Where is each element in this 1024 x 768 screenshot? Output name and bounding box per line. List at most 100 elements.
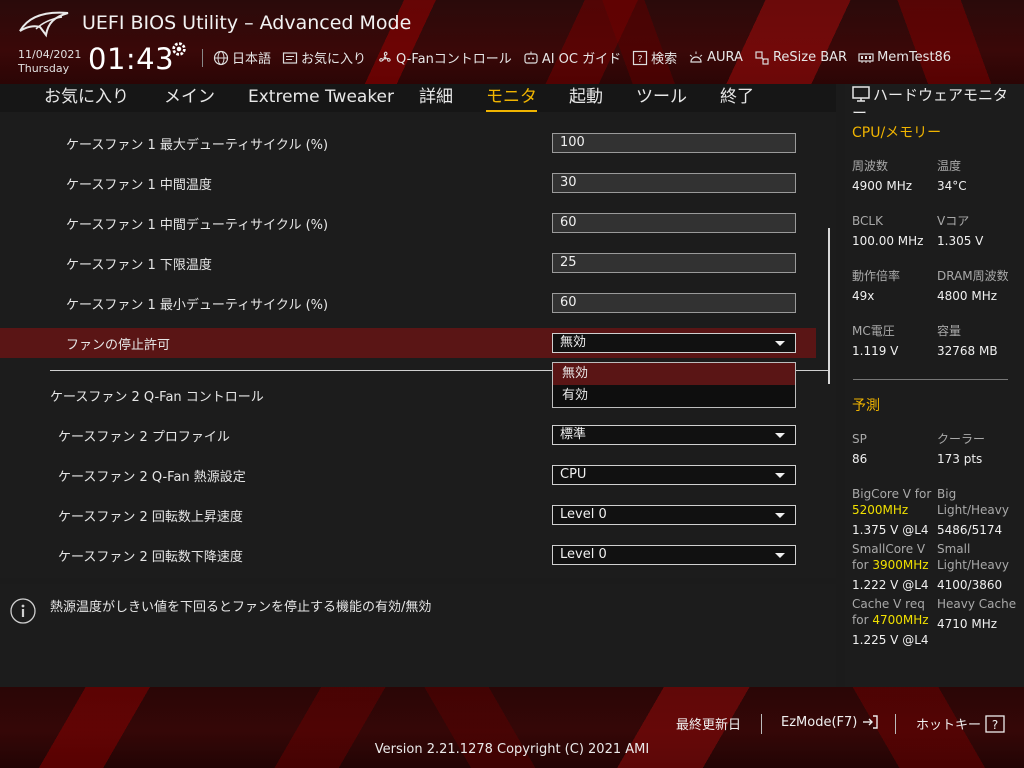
small-label: Small xyxy=(937,542,971,556)
fan2-step-down-select[interactable]: Level 0 xyxy=(552,545,796,565)
tab-monitor[interactable]: モニタ xyxy=(486,84,537,112)
help-text: 熱源温度がしきい値を下回るとファンを停止する機能の有効/無効 xyxy=(50,600,432,615)
heavy-cache-value: 4710 MHz xyxy=(937,617,998,631)
fan1-max-duty-input[interactable]: 100 xyxy=(552,133,796,153)
language-button[interactable]: 日本語 xyxy=(213,48,271,67)
setting-label: ケースファン 1 中間温度 xyxy=(66,178,212,193)
ai-oc-label: AI OC ガイド xyxy=(541,52,622,67)
resize-bar-button[interactable]: ReSize BAR xyxy=(754,50,847,66)
group-title[interactable]: ケースファン 2 Q-Fan コントロール xyxy=(50,386,264,405)
small-light-heavy-label: Light/Heavy xyxy=(937,558,1009,572)
fan1-lower-temp-input[interactable]: 25 xyxy=(552,253,796,273)
tab-boot[interactable]: 起動 xyxy=(569,84,603,110)
setting-label: ケースファン 2 プロファイル xyxy=(58,430,230,445)
rog-logo-icon xyxy=(19,11,69,38)
smallcore-value: 1.222 V @L4 xyxy=(852,578,929,592)
qfan-label: Q-Fanコントロール xyxy=(396,52,512,67)
question-icon: ? xyxy=(985,714,1005,733)
memtest-label: MemTest86 xyxy=(877,50,952,65)
settings-panel: ケースファン 1 最大デューティサイクル (%) 100 ケースファン 1 中間… xyxy=(0,112,836,578)
heavy-cache-label: Heavy Cache xyxy=(937,597,1017,611)
resize-bar-icon xyxy=(755,50,769,65)
setting-label: ケースファン 1 最小デューティサイクル (%) xyxy=(66,298,329,313)
smallcore-label: SmallCore V xyxy=(852,542,926,556)
tab-exit[interactable]: 終了 xyxy=(720,84,754,110)
fan2-source-value: CPU xyxy=(560,467,587,482)
resize-bar-label: ReSize BAR xyxy=(772,50,848,65)
aura-label: AURA xyxy=(707,50,743,65)
scrollbar[interactable] xyxy=(828,228,830,384)
cooler-label: クーラー xyxy=(937,432,986,446)
ezmode-button[interactable]: EzMode(F7) xyxy=(781,714,879,730)
top-toolbar: 日本語 お気に入り Q-Fanコントロール AI OC ガイド ? 検索 AUR… xyxy=(200,48,962,67)
fan1-min-duty-input[interactable]: 60 xyxy=(552,293,796,313)
gear-icon[interactable] xyxy=(170,40,188,58)
chevron-down-icon xyxy=(775,341,785,346)
big-value: 5486/5174 xyxy=(937,523,1003,537)
tab-tool[interactable]: ツール xyxy=(636,84,687,110)
hw-value: 34°C xyxy=(937,179,967,193)
cache-label: Cache V req xyxy=(852,597,925,611)
hw-key: BCLK xyxy=(852,214,883,228)
clock-display: 01:43 xyxy=(88,42,175,76)
bigcore-value: 1.375 V @L4 xyxy=(852,523,929,537)
hardware-monitor-panel: ハードウェアモニター CPU/メモリー 周波数 温度 4900 MHz 34°C… xyxy=(845,84,1024,687)
memtest-icon xyxy=(858,52,874,63)
fan2-step-up-select[interactable]: Level 0 xyxy=(552,505,796,525)
setting-label: ケースファン 2 回転数下降速度 xyxy=(58,550,243,565)
globe-icon xyxy=(213,50,229,65)
ai-oc-guide-button[interactable]: AI OC ガイド xyxy=(523,48,621,67)
footer-separator xyxy=(895,714,896,734)
question-icon: ? xyxy=(633,50,648,65)
monitor-icon xyxy=(852,86,870,102)
search-button[interactable]: ? 検索 xyxy=(632,48,677,67)
fan1-middle-duty-input[interactable]: 60 xyxy=(552,213,796,233)
qfan-button[interactable]: Q-Fanコントロール xyxy=(377,48,512,67)
svg-text:?: ? xyxy=(992,718,998,732)
smallcore-freq-line: for 3900MHz xyxy=(852,557,929,573)
hw-key: DRAM周波数 xyxy=(937,269,1009,283)
sp-label: SP xyxy=(852,432,867,446)
cache-value: 1.225 V @L4 xyxy=(852,633,929,647)
dropdown-option-disabled[interactable]: 無効 xyxy=(553,363,795,385)
cache-freq: 4700MHz xyxy=(872,613,929,627)
fan2-step-down-value: Level 0 xyxy=(560,547,607,562)
tab-main[interactable]: メイン xyxy=(164,84,215,110)
fan1-middle-temp-input[interactable]: 30 xyxy=(552,173,796,193)
setting-label: ケースファン 2 Q-Fan 熱源設定 xyxy=(58,470,246,485)
dropdown-option-enabled[interactable]: 有効 xyxy=(553,385,795,407)
app-title: UEFI BIOS Utility – Advanced Mode xyxy=(82,12,412,34)
language-label: 日本語 xyxy=(232,52,272,67)
smallcore-freq: 3900MHz xyxy=(872,558,929,572)
hw-divider xyxy=(853,379,1008,380)
hw-title-text: ハードウェアモニター xyxy=(852,86,1009,122)
fan2-profile-select[interactable]: 標準 xyxy=(552,425,796,445)
tab-extreme-tweaker[interactable]: Extreme Tweaker xyxy=(248,84,394,110)
cpu-memory-section-title: CPU/メモリー xyxy=(852,125,942,141)
cooler-value: 173 pts xyxy=(937,452,983,466)
hw-key: MC電圧 xyxy=(852,324,895,338)
exit-arrow-icon xyxy=(863,715,879,729)
info-icon xyxy=(10,598,36,624)
fan2-step-up-value: Level 0 xyxy=(560,507,607,522)
tab-favorites[interactable]: お気に入り xyxy=(44,84,129,110)
ezmode-label: EzMode(F7) xyxy=(781,714,858,730)
aura-button[interactable]: AURA xyxy=(688,50,743,66)
last-modified-button[interactable]: 最終更新日 xyxy=(676,714,741,733)
hw-value: 4800 MHz xyxy=(937,289,998,303)
big-label: Big xyxy=(937,487,957,501)
favorites-button[interactable]: お気に入り xyxy=(282,48,366,67)
favorites-label: お気に入り xyxy=(301,52,367,67)
smallcore-for: for xyxy=(852,558,869,572)
prediction-section-title: 予測 xyxy=(852,398,880,414)
help-panel: 熱源温度がしきい値を下回るとファンを停止する機能の有効/無効 xyxy=(0,584,836,687)
memtest-button[interactable]: MemTest86 xyxy=(858,50,951,66)
chevron-down-icon xyxy=(775,433,785,438)
hw-key: 容量 xyxy=(937,324,962,338)
fan-stop-select[interactable]: 無効 xyxy=(552,333,796,353)
tab-advanced[interactable]: 詳細 xyxy=(419,84,453,110)
setting-label: ケースファン 2 回転数上昇速度 xyxy=(58,510,243,525)
date-text: 11/04/2021 xyxy=(18,48,82,61)
hotkeys-button[interactable]: ホットキー ? xyxy=(916,714,1005,733)
fan2-source-select[interactable]: CPU xyxy=(552,465,796,485)
